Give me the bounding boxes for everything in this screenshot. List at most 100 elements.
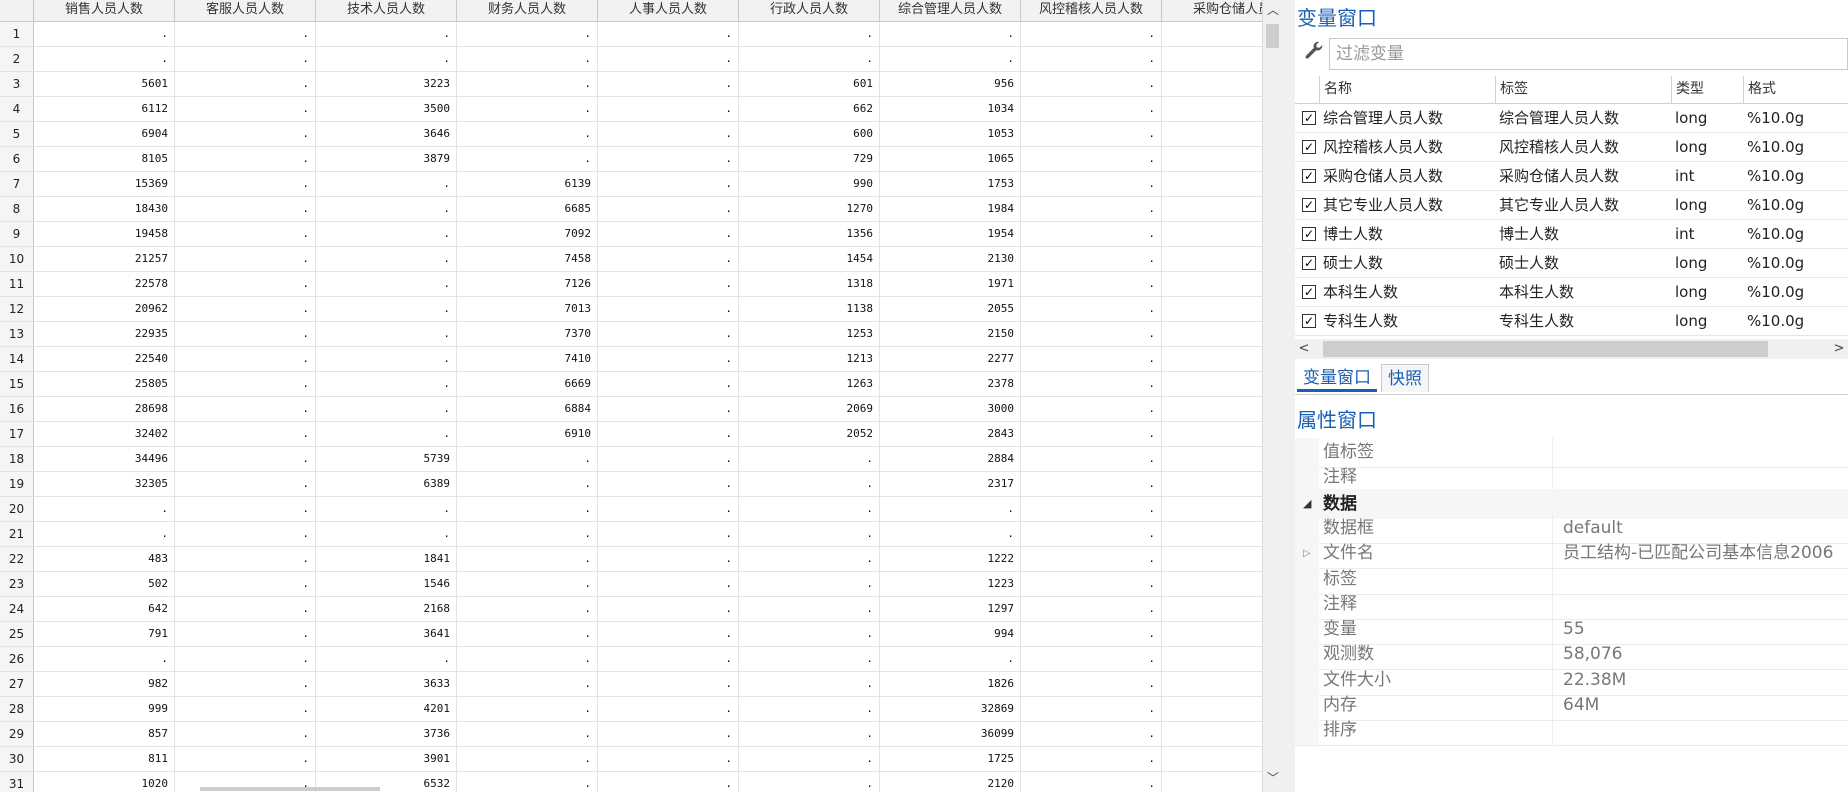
grid-cell[interactable]: 3633 [316,672,457,696]
grid-cell[interactable]: . [1021,322,1162,346]
grid-cell[interactable]: . [316,372,457,396]
grid-cell[interactable]: . [175,22,316,46]
grid-cell[interactable]: 18430 [34,197,175,221]
tab-variables[interactable]: 变量窗口 [1297,364,1377,392]
grid-cell[interactable]: . [457,147,598,171]
property-row[interactable]: 排序 [1295,716,1848,747]
grid-cell[interactable]: . [316,322,457,346]
grid-cell[interactable]: . [1021,722,1162,746]
grid-cell[interactable]: . [175,572,316,596]
grid-cell[interactable]: 982 [34,672,175,696]
variable-checkbox[interactable]: ✓ [1302,140,1316,154]
grid-cell[interactable]: 811 [34,747,175,771]
grid-cell[interactable]: 3901 [316,747,457,771]
grid-cell[interactable] [1162,372,1262,396]
row-number[interactable]: 28 [0,697,34,721]
grid-cell[interactable]: . [1021,122,1162,146]
grid-vertical-scrollbar[interactable]: ︿ ﹀ [1262,0,1282,792]
grid-cell[interactable]: . [316,647,457,671]
grid-cell[interactable]: . [598,322,739,346]
grid-cell[interactable] [1162,422,1262,446]
grid-cell[interactable]: . [598,122,739,146]
grid-cell[interactable]: 2168 [316,597,457,621]
grid-cell[interactable]: . [739,522,880,546]
grid-cell[interactable]: . [457,622,598,646]
variable-row[interactable]: ✓ 其它专业人员人数 其它专业人员人数 long %10.0g [1295,191,1848,220]
grid-cell[interactable]: . [880,47,1021,71]
grid-cell[interactable]: . [1021,472,1162,496]
variable-row[interactable]: ✓ 博士人数 博士人数 int %10.0g [1295,220,1848,249]
grid-cell[interactable]: . [880,647,1021,671]
grid-cell[interactable]: 6139 [457,172,598,196]
grid-cell[interactable]: . [175,672,316,696]
grid-cell[interactable]: 1546 [316,572,457,596]
variables-scroll-thumb[interactable] [1323,341,1768,357]
grid-cell[interactable]: . [1021,347,1162,371]
variable-row[interactable]: ✓ 风控稽核人员人数 风控稽核人员人数 long %10.0g [1295,133,1848,162]
scroll-down-icon[interactable]: ﹀ [1263,768,1283,788]
grid-cell[interactable]: . [175,347,316,371]
table-row[interactable]: 12 20962.. 7013. 1138 2055. [0,297,1262,322]
row-number[interactable]: 19 [0,472,34,496]
grid-cell[interactable]: . [316,497,457,521]
grid-cell[interactable]: 6669 [457,372,598,396]
grid-cell[interactable]: 6112 [34,97,175,121]
grid-cell[interactable]: . [34,647,175,671]
row-number[interactable]: 7 [0,172,34,196]
grid-cell[interactable]: . [1021,272,1162,296]
variables-table[interactable]: 名称 标签 类型 格式 ✓ 综合管理人员人数 综合管理人员人数 long %10.0g ✓… [1295,76,1848,338]
grid-cell[interactable]: . [316,197,457,221]
grid-cell[interactable]: . [1021,372,1162,396]
grid-cell[interactable]: . [598,397,739,421]
grid-cell[interactable]: . [1021,47,1162,71]
grid-cell[interactable]: . [316,172,457,196]
grid-cell[interactable]: . [739,497,880,521]
grid-cell[interactable]: . [175,497,316,521]
row-number[interactable]: 24 [0,597,34,621]
variable-checkbox[interactable]: ✓ [1302,111,1316,125]
data-grid[interactable]: 销售人员人数 客服人员人数 技术人员人数 财务人员人数 人事人员人数 行政人员人数 综合管理… [0,0,1262,792]
grid-cell[interactable]: 6884 [457,397,598,421]
grid-cell[interactable]: . [1021,747,1162,771]
table-row[interactable]: 6 8105. 3879.. 729 1065. [0,147,1262,172]
grid-cell[interactable]: . [598,197,739,221]
grid-cell[interactable]: 2130 [880,247,1021,271]
grid-cell[interactable]: . [1021,397,1162,421]
grid-cell[interactable]: 7126 [457,272,598,296]
grid-cell[interactable] [1162,597,1262,621]
column-header[interactable]: 技术人员人数 [316,0,457,21]
column-header[interactable]: 采购仓储人员 [1162,0,1262,21]
grid-cell[interactable]: . [598,147,739,171]
grid-cell[interactable]: 4201 [316,697,457,721]
grid-cell[interactable]: . [1021,222,1162,246]
row-number[interactable]: 9 [0,222,34,246]
grid-cell[interactable]: . [175,522,316,546]
grid-cell[interactable] [1162,547,1262,571]
grid-cell[interactable]: . [598,772,739,792]
grid-cell[interactable]: 1954 [880,222,1021,246]
grid-cell[interactable] [1162,322,1262,346]
tab-snapshots[interactable]: 快照 [1381,364,1429,392]
grid-cell[interactable]: . [457,497,598,521]
variable-row[interactable]: ✓ 采购仓储人员人数 采购仓储人员人数 int %10.0g [1295,162,1848,191]
grid-cell[interactable]: . [1021,647,1162,671]
grid-cell[interactable]: . [1021,22,1162,46]
grid-cell[interactable]: . [598,247,739,271]
grid-cell[interactable]: . [598,547,739,571]
row-number[interactable]: 15 [0,372,34,396]
grid-cell[interactable]: . [739,722,880,746]
grid-cell[interactable]: . [598,347,739,371]
grid-cell[interactable]: . [1021,672,1162,696]
grid-cell[interactable]: 857 [34,722,175,746]
grid-cell[interactable]: . [175,122,316,146]
grid-cell[interactable]: . [598,22,739,46]
grid-cell[interactable]: . [457,747,598,771]
wrench-icon[interactable] [1301,40,1327,66]
table-row[interactable]: 13 22935.. 7370. 1253 2150. [0,322,1262,347]
grid-cell[interactable]: 19458 [34,222,175,246]
grid-cell[interactable] [1162,97,1262,121]
variable-checkbox[interactable]: ✓ [1302,169,1316,183]
grid-cell[interactable]: . [175,297,316,321]
scroll-left-icon[interactable]: < [1295,339,1313,359]
grid-cell[interactable]: . [598,472,739,496]
